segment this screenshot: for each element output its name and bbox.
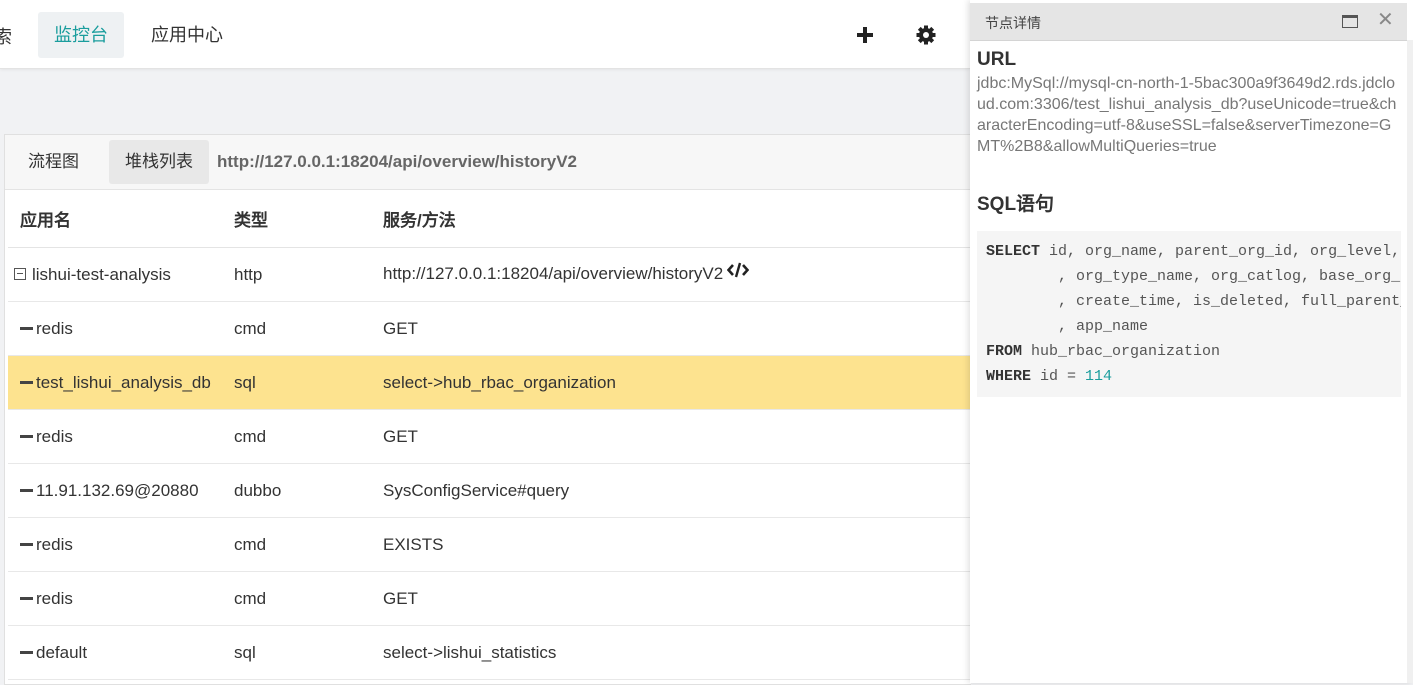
request-url: http://127.0.0.1:18204/api/overview/hist… <box>217 152 577 171</box>
row-app-name: lishui-test-analysis <box>32 264 171 284</box>
url-heading: URL <box>977 49 1017 70</box>
tree-dash-icon <box>20 488 33 492</box>
table-row[interactable]: redis cmd EXISTS <box>8 517 971 572</box>
tab-stack-list[interactable]: 堆栈列表 <box>109 140 209 184</box>
tree-dash-icon <box>20 326 33 330</box>
tree-dash-icon <box>20 434 33 438</box>
sql-text: , create_time, is_deleted, full_parent_ <box>986 293 1401 310</box>
row-app-name: redis <box>36 426 73 446</box>
row-app-name: redis <box>36 318 73 338</box>
trace-card: 流程图 堆栈列表 http://127.0.0.1:18204/api/over… <box>4 134 971 685</box>
sql-text: , org_type_name, org_catlog, base_org_c <box>986 268 1401 285</box>
row-app-name: 11.91.132.69@20880 <box>36 480 199 500</box>
sql-keyword: WHERE <box>986 368 1032 385</box>
column-header-method[interactable]: 服务/方法 <box>371 190 971 248</box>
row-method: GET <box>371 301 971 356</box>
row-app-name: redis <box>36 588 73 608</box>
tab-flow-chart[interactable]: 流程图 <box>12 140 95 184</box>
sql-heading: SQL语句 <box>977 194 1055 215</box>
table-row[interactable]: 11.91.132.69@20880 dubbo SysConfigServic… <box>8 463 971 518</box>
column-header-type[interactable]: 类型 <box>222 190 371 248</box>
panel-title: 节点详情 <box>985 15 1041 31</box>
row-type: sql <box>222 625 371 680</box>
tree-dash-icon <box>20 650 33 654</box>
row-method: EXISTS <box>371 517 971 572</box>
tree-dash-icon <box>20 380 33 384</box>
row-type: dubbo <box>222 463 371 518</box>
maximize-icon[interactable] <box>1342 15 1358 28</box>
tab-app-center[interactable]: 应用中心 <box>135 12 239 58</box>
panel-header: 节点详情 ✕ <box>970 3 1407 41</box>
row-type: cmd <box>222 301 371 356</box>
close-icon[interactable]: ✕ <box>1377 10 1394 30</box>
row-type: sql <box>222 355 371 410</box>
row-method: select->lishui_statistics <box>371 625 971 680</box>
row-type: http <box>222 247 371 302</box>
top-nav: 索 监控台 应用中心 <box>0 0 970 69</box>
row-method: select->hub_rbac_organization <box>371 355 971 410</box>
sql-number: 114 <box>1085 368 1113 385</box>
table-row-selected[interactable]: test_lishui_analysis_db sql select->hub_… <box>8 355 971 410</box>
sql-keyword: FROM <box>986 343 1023 360</box>
sql-keyword: SELECT <box>986 243 1041 260</box>
tab-monitor[interactable]: 监控台 <box>38 12 124 58</box>
sql-text: id = <box>1031 368 1086 385</box>
row-app-name: redis <box>36 534 73 554</box>
table-header-row: 应用名 类型 服务/方法 <box>8 190 971 248</box>
trace-table: 应用名 类型 服务/方法 lishui-test-analysis http h… <box>8 190 971 680</box>
url-value: jdbc:MySql://mysql-cn-north-1-5bac300a9f… <box>977 75 1397 155</box>
row-method: SysConfigService#query <box>371 463 971 518</box>
row-method: GET <box>371 571 971 626</box>
column-header-app-name[interactable]: 应用名 <box>8 190 222 248</box>
table-row[interactable]: redis cmd GET <box>8 301 971 356</box>
tree-dash-icon <box>20 542 33 546</box>
table-row[interactable]: lishui-test-analysis http http://127.0.0… <box>8 247 971 302</box>
sql-text: id, org_name, parent_org_id, org_level, <box>1040 243 1401 260</box>
node-detail-panel: 节点详情 ✕ URL jdbc:MySql://mysql-cn-north-1… <box>970 0 1413 683</box>
plus-icon[interactable] <box>854 24 876 46</box>
tree-dash-icon <box>20 596 33 600</box>
row-method: http://127.0.0.1:18204/api/overview/hist… <box>383 263 724 283</box>
table-row[interactable]: default sql select->lishui_statistics <box>8 625 971 680</box>
sql-text: , app_name <box>986 318 1149 335</box>
nav-item-truncated[interactable]: 索 <box>0 23 12 49</box>
row-app-name: test_lishui_analysis_db <box>36 372 211 392</box>
row-type: cmd <box>222 517 371 572</box>
table-row[interactable]: redis cmd GET <box>8 409 971 464</box>
row-type: cmd <box>222 571 371 626</box>
code-icon[interactable] <box>726 262 750 283</box>
row-app-name: default <box>36 642 88 662</box>
row-type: cmd <box>222 409 371 464</box>
panel-scrollbar[interactable] <box>1407 40 1413 683</box>
table-row[interactable]: redis cmd GET <box>8 571 971 626</box>
collapse-icon[interactable] <box>14 268 26 281</box>
card-header: 流程图 堆栈列表 http://127.0.0.1:18204/api/over… <box>5 135 971 190</box>
gear-icon[interactable] <box>915 24 937 46</box>
row-method: GET <box>371 409 971 464</box>
sql-code-block: SELECT id, org_name, parent_org_id, org_… <box>977 231 1401 397</box>
sql-text: hub_rbac_organization <box>1022 343 1221 360</box>
